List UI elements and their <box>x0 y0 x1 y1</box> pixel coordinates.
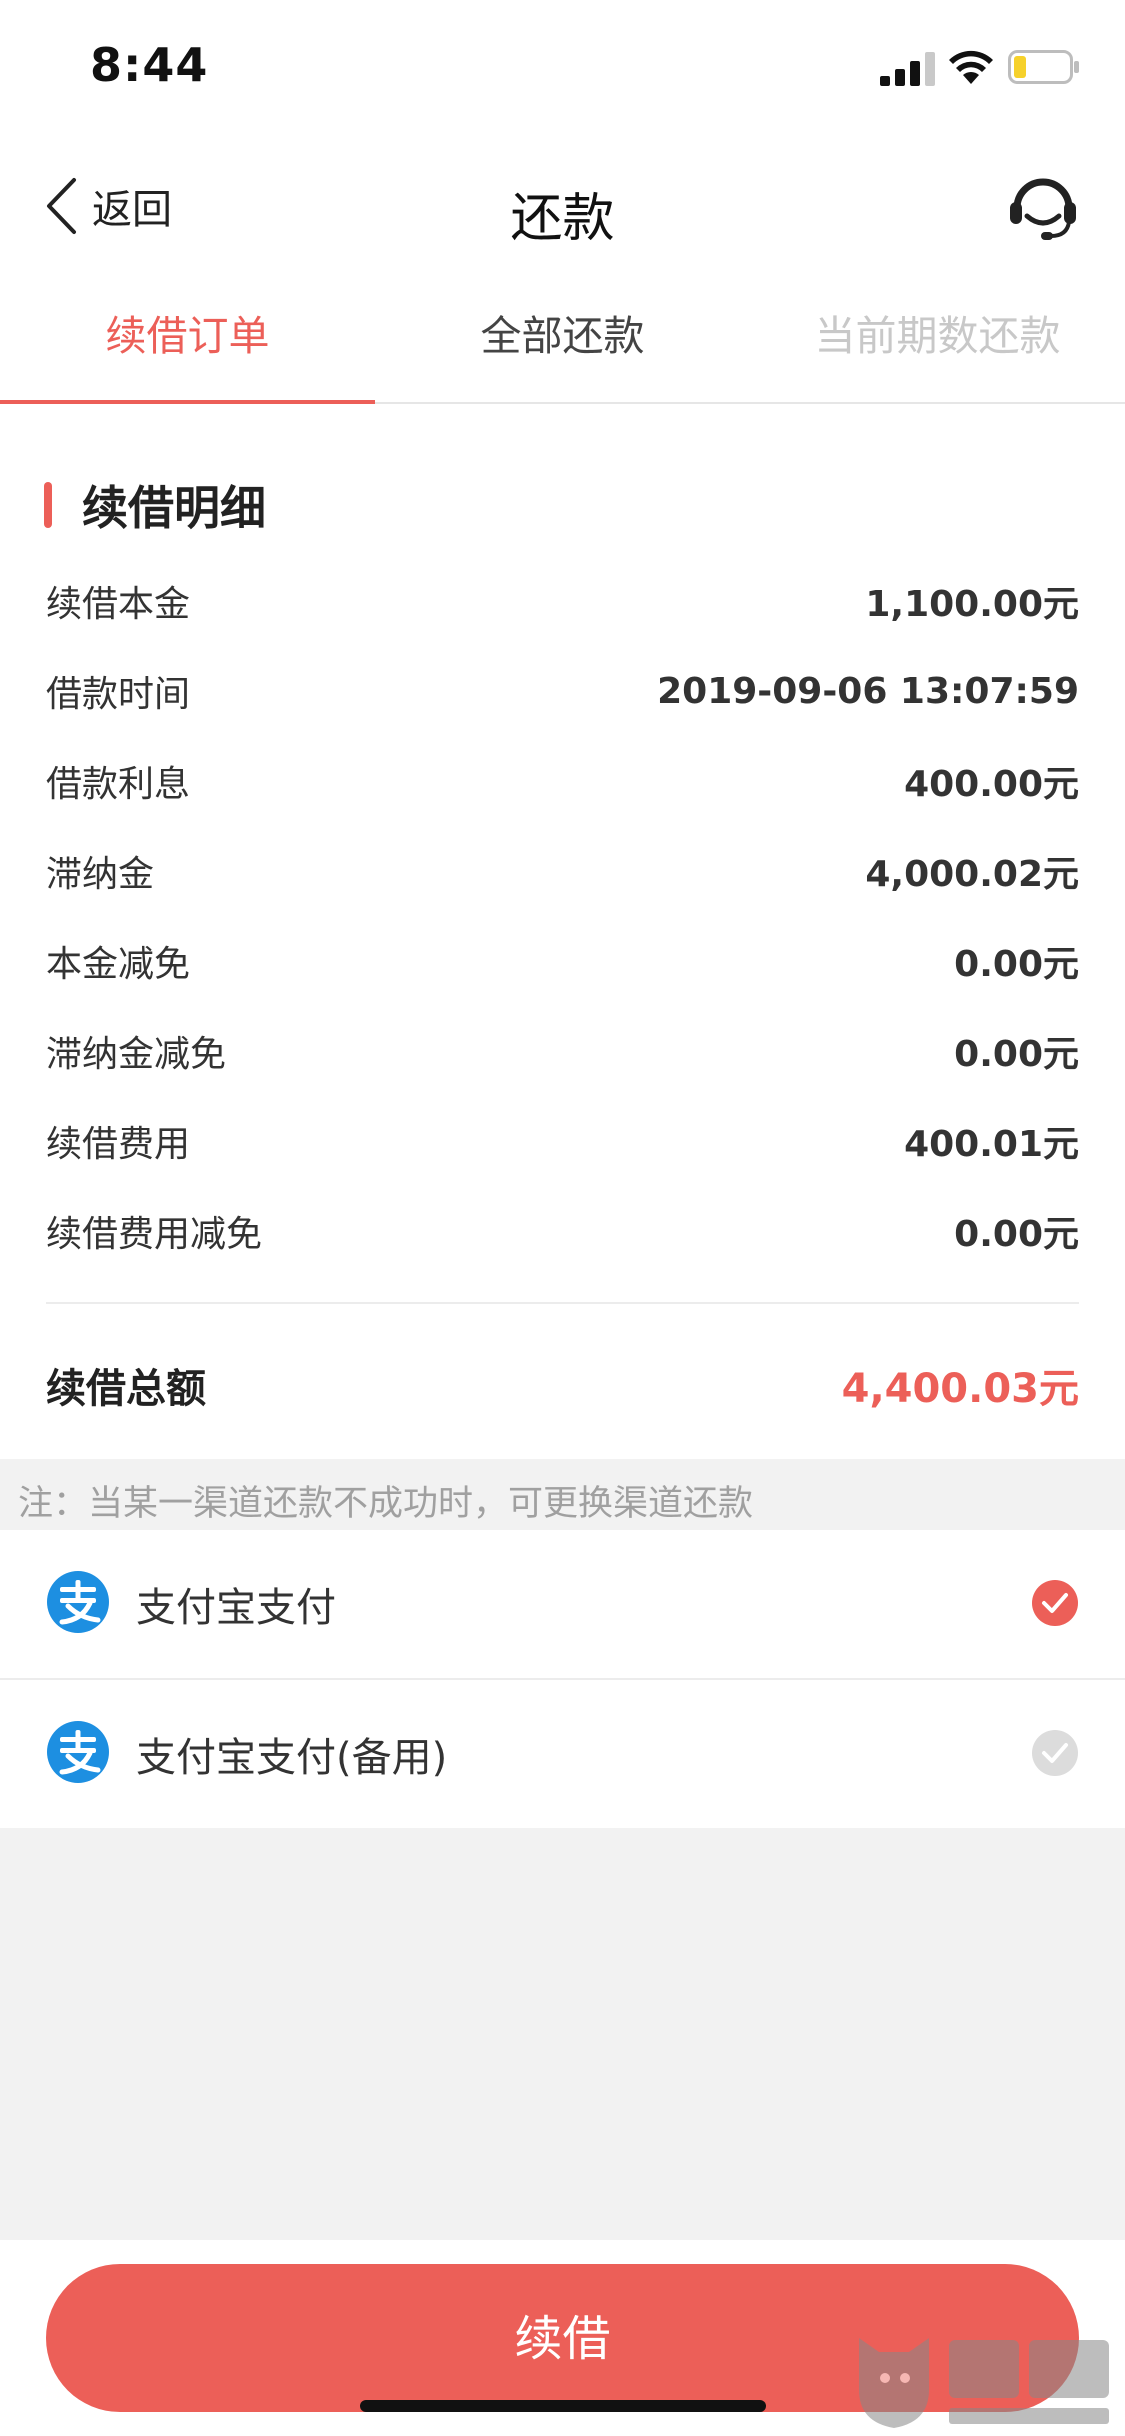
row-label: 滞纳金减免 <box>46 1034 227 1075</box>
alipay-icon <box>47 1721 109 1783</box>
black-cat-watermark-logo <box>859 2338 1109 2428</box>
row-value: 1,100.00元 <box>865 584 1079 625</box>
row-value: 0.00元 <box>954 944 1079 985</box>
tab-full-repayment[interactable]: 全部还款 <box>375 270 750 402</box>
tab-bar: 续借订单 全部还款 当前期数还款 <box>0 270 1125 404</box>
detail-row-principal: 续借本金 1,100.00元 <box>46 556 1079 646</box>
status-time: 8:44 <box>90 38 209 92</box>
row-label: 续借本金 <box>46 584 191 625</box>
alipay-icon <box>47 1571 109 1633</box>
tab-label: 当前期数还款 <box>814 312 1061 360</box>
detail-row-principal-waiver: 本金减免 0.00元 <box>46 916 1079 1006</box>
divider <box>46 1302 1079 1304</box>
note-text: 注：当某一渠道还款不成功时，可更换渠道还款 <box>18 1484 754 1524</box>
section-title: 续借明细 <box>82 481 266 535</box>
tab-label: 全部还款 <box>480 312 645 360</box>
total-value: 4,400.03元 <box>841 1366 1079 1412</box>
payment-label: 支付宝支付 <box>136 1585 336 1631</box>
detail-row-late-fee-waiver: 滞纳金减免 0.00元 <box>46 1006 1079 1096</box>
detail-row-late-fee: 滞纳金 4,000.02元 <box>46 826 1079 916</box>
detail-row-interest: 借款利息 400.00元 <box>46 736 1079 826</box>
radio-unchecked-icon[interactable] <box>1031 1729 1079 1777</box>
row-label: 续借费用减免 <box>46 1214 263 1255</box>
tab-label: 续借订单 <box>105 312 270 360</box>
tab-renewal-order[interactable]: 续借订单 <box>0 270 375 404</box>
row-label: 借款利息 <box>46 764 191 805</box>
wifi-icon <box>949 50 993 84</box>
radio-checked-icon[interactable] <box>1031 1579 1079 1627</box>
row-label: 续借费用 <box>46 1124 191 1165</box>
payment-option-alipay[interactable]: 支付宝支付 <box>0 1530 1125 1678</box>
row-value: 2019-09-06 13:07:59 <box>657 670 1079 712</box>
channel-note: 注：当某一渠道还款不成功时，可更换渠道还款 <box>0 1459 1125 1530</box>
payment-method-list: 支付宝支付 支付宝支付(备用) <box>0 1530 1125 1828</box>
section-header: 续借明细 <box>44 472 266 538</box>
row-value: 0.00元 <box>954 1034 1079 1075</box>
detail-row-loan-time: 借款时间 2019-09-06 13:07:59 <box>46 646 1079 736</box>
row-value: 4,000.02元 <box>865 854 1079 895</box>
battery-icon <box>1008 50 1079 84</box>
row-label: 本金减免 <box>46 944 191 985</box>
payment-label: 支付宝支付(备用) <box>136 1735 448 1781</box>
customer-service-icon[interactable] <box>1005 168 1081 244</box>
tab-current-period-repayment: 当前期数还款 <box>750 270 1125 402</box>
row-value: 400.00元 <box>904 764 1079 805</box>
row-value: 0.00元 <box>954 1214 1079 1255</box>
row-label: 滞纳金 <box>46 854 155 895</box>
renewal-detail-card: 续借明细 续借本金 1,100.00元 借款时间 2019-09-06 13:0… <box>0 404 1125 1459</box>
total-label: 续借总额 <box>46 1366 206 1412</box>
detail-row-renewal-fee: 续借费用 400.01元 <box>46 1096 1079 1186</box>
detail-row-renewal-fee-waiver: 续借费用减免 0.00元 <box>46 1186 1079 1276</box>
payment-option-alipay-backup[interactable]: 支付宝支付(备用) <box>0 1678 1125 1828</box>
bottom-action-bar: 续借 <box>0 2240 1125 2436</box>
detail-list: 续借本金 1,100.00元 借款时间 2019-09-06 13:07:59 … <box>46 556 1079 1276</box>
page-title: 还款 <box>510 189 615 249</box>
row-value: 400.01元 <box>904 1124 1079 1165</box>
signal-icon <box>880 52 935 86</box>
total-row: 续借总额 4,400.03元 <box>46 1332 1079 1438</box>
section-accent-bar <box>44 482 52 528</box>
navigation-bar: 返回 还款 <box>0 140 1125 270</box>
status-bar: 8:44 <box>0 0 1125 140</box>
home-indicator <box>360 2400 766 2412</box>
row-label: 借款时间 <box>46 674 191 715</box>
